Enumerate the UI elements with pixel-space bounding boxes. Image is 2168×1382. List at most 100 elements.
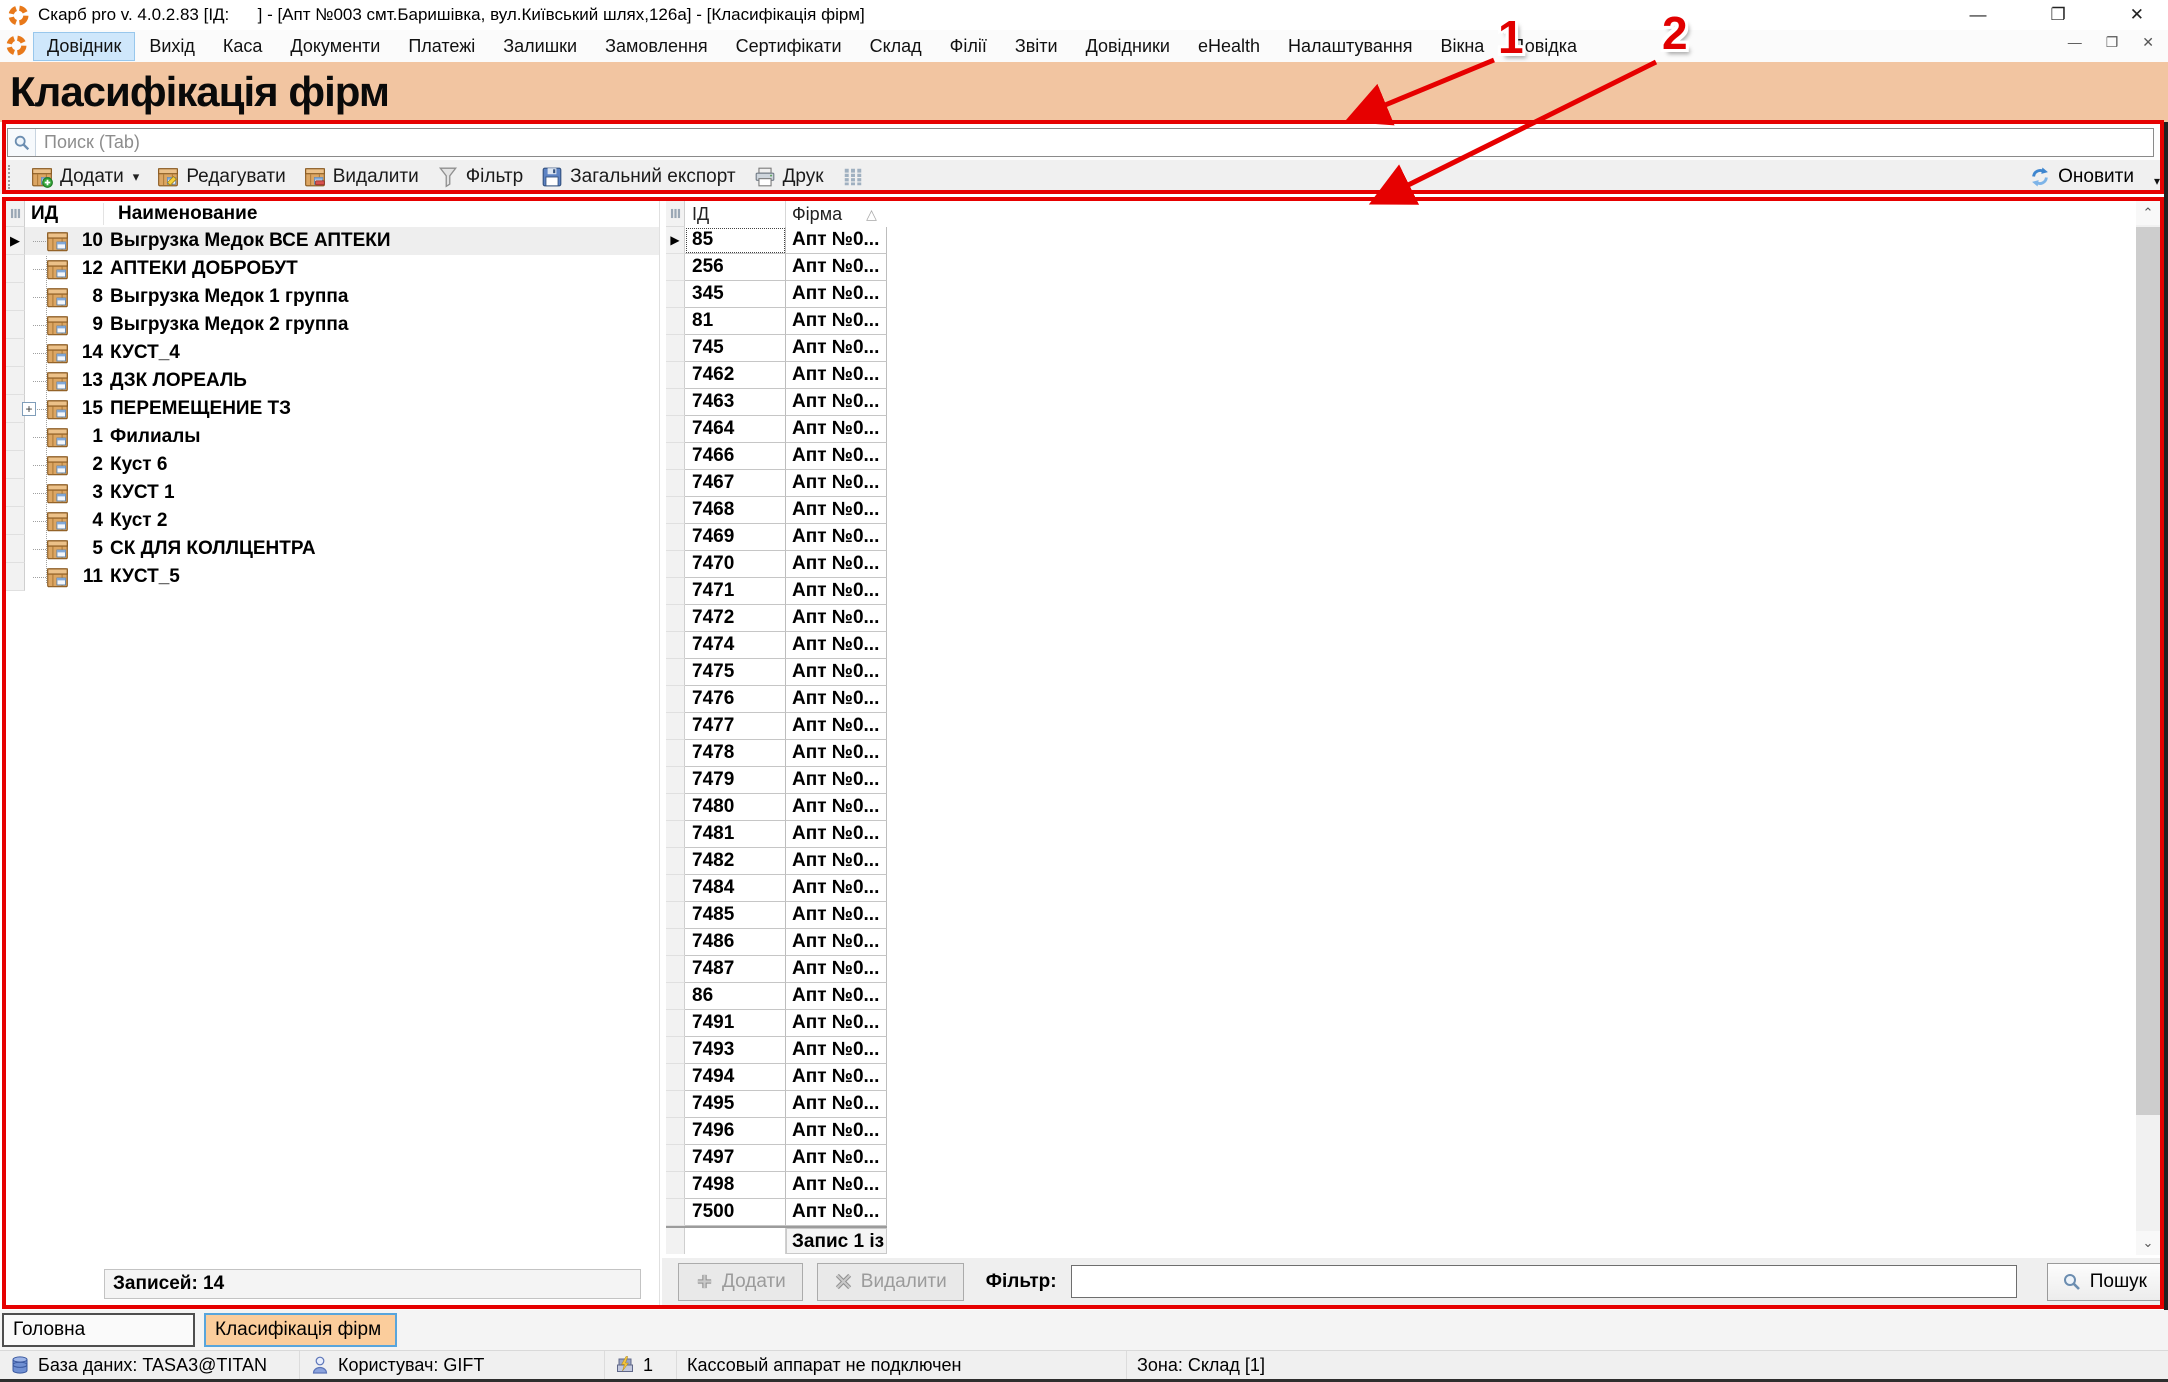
firm-id-cell[interactable]: 7481 xyxy=(685,821,786,848)
tree-row[interactable]: ▶ + 4 Куст 2 xyxy=(6,507,659,535)
tree-row-main[interactable]: 9 Выгрузка Медок 2 группа xyxy=(25,311,659,339)
firm-name-cell[interactable]: Апт №0... xyxy=(786,632,887,659)
table-row[interactable]: ▶ 7500 Апт №0... xyxy=(666,1199,887,1226)
menu-item[interactable]: Вікна xyxy=(1427,33,1497,60)
tree-row[interactable]: ▶ + 13 ДЗК ЛОРЕАЛЬ xyxy=(6,367,659,395)
scroll-up-icon[interactable]: ⌃ xyxy=(2136,201,2160,225)
table-row[interactable]: ▶ 7497 Апт №0... xyxy=(666,1145,887,1172)
tree-row[interactable]: ▶ + 1 Филиалы xyxy=(6,423,659,451)
menu-item[interactable]: Довідник xyxy=(32,31,136,61)
firm-id-cell[interactable]: 7495 xyxy=(685,1091,786,1118)
mdi-close-button[interactable]: ✕ xyxy=(2138,34,2158,51)
tree-column-name[interactable]: Наименование xyxy=(103,203,257,225)
firm-name-cell[interactable]: Апт №0... xyxy=(786,1010,887,1037)
sort-ascending-icon[interactable]: △ xyxy=(866,206,877,223)
menu-item[interactable]: Склад xyxy=(857,33,935,60)
search-icon[interactable] xyxy=(8,129,36,156)
firm-id-cell[interactable]: 85 xyxy=(685,227,786,254)
menu-item[interactable]: Довідники xyxy=(1073,33,1183,60)
firm-name-cell[interactable]: Апт №0... xyxy=(786,605,887,632)
firm-name-cell[interactable]: Апт №0... xyxy=(786,308,887,335)
tree-row-main[interactable]: 10 Выгрузка Медок ВСЕ АПТЕКИ xyxy=(25,227,659,255)
firm-name-cell[interactable]: Апт №0... xyxy=(786,686,887,713)
firm-id-cell[interactable]: 7482 xyxy=(685,848,786,875)
add-button[interactable]: Додати ▾ xyxy=(22,163,148,191)
table-row[interactable]: ▶ 81 Апт №0... xyxy=(666,308,887,335)
tree-row[interactable]: ▶ + 12 АПТЕКИ ДОБРОБУТ xyxy=(6,255,659,283)
firm-id-cell[interactable]: 7475 xyxy=(685,659,786,686)
firm-name-cell[interactable]: Апт №0... xyxy=(786,983,887,1010)
firm-id-cell[interactable]: 7467 xyxy=(685,470,786,497)
firm-id-cell[interactable]: 7462 xyxy=(685,362,786,389)
restore-button[interactable]: ❐ xyxy=(2045,0,2072,30)
table-row[interactable]: ▶ 86 Апт №0... xyxy=(666,983,887,1010)
delete-button[interactable]: Видалити xyxy=(295,163,428,191)
firm-name-cell[interactable]: Апт №0... xyxy=(786,821,887,848)
firm-name-cell[interactable]: Апт №0... xyxy=(786,362,887,389)
firm-name-cell[interactable]: Апт №0... xyxy=(786,443,887,470)
tree-row-main[interactable]: 11 КУСТ_5 xyxy=(25,563,659,591)
table-row[interactable]: ▶ 7496 Апт №0... xyxy=(666,1118,887,1145)
firm-id-cell[interactable]: 7464 xyxy=(685,416,786,443)
firm-name-cell[interactable]: Апт №0... xyxy=(786,929,887,956)
menu-item[interactable]: Платежі xyxy=(395,33,488,60)
firm-delete-button[interactable]: Видалити xyxy=(816,1262,964,1301)
menu-item[interactable]: Вихід xyxy=(136,33,208,60)
mdi-restore-button[interactable]: ❐ xyxy=(2102,34,2123,51)
table-row[interactable]: ▶ 7468 Апт №0... xyxy=(666,497,887,524)
menu-item[interactable]: Залишки xyxy=(490,33,590,60)
firm-name-cell[interactable]: Апт №0... xyxy=(786,578,887,605)
firm-name-cell[interactable]: Апт №0... xyxy=(786,335,887,362)
firm-name-cell[interactable]: Апт №0... xyxy=(786,551,887,578)
firm-name-cell[interactable]: Апт №0... xyxy=(786,956,887,983)
vertical-scrollbar[interactable]: ⌃ ⌄ xyxy=(2136,201,2160,1255)
table-row[interactable]: ▶ 7464 Апт №0... xyxy=(666,416,887,443)
firm-add-button[interactable]: Додати xyxy=(678,1262,803,1301)
firms-column-chooser-icon[interactable] xyxy=(666,201,685,227)
firm-id-cell[interactable]: 81 xyxy=(685,308,786,335)
firm-name-cell[interactable]: Апт №0... xyxy=(786,254,887,281)
export-button[interactable]: Загальний експорт xyxy=(532,163,744,191)
toolbar-overflow-caret-icon[interactable]: ▾ xyxy=(2154,174,2160,188)
tree-column-chooser-icon[interactable] xyxy=(6,201,25,227)
table-row[interactable]: ▶ 7495 Апт №0... xyxy=(666,1091,887,1118)
firm-id-cell[interactable]: 7494 xyxy=(685,1064,786,1091)
table-row[interactable]: ▶ 7470 Апт №0... xyxy=(666,551,887,578)
menu-item[interactable]: Довідка xyxy=(1499,33,1590,60)
firm-name-cell[interactable]: Апт №0... xyxy=(786,1145,887,1172)
table-row[interactable]: ▶ 7494 Апт №0... xyxy=(666,1064,887,1091)
tree-row[interactable]: ▶ + 3 КУСТ 1 xyxy=(6,479,659,507)
table-row[interactable]: ▶ 345 Апт №0... xyxy=(666,281,887,308)
firm-id-cell[interactable]: 7491 xyxy=(685,1010,786,1037)
table-row[interactable]: ▶ 7471 Апт №0... xyxy=(666,578,887,605)
firm-id-cell[interactable]: 86 xyxy=(685,983,786,1010)
firm-id-cell[interactable]: 7493 xyxy=(685,1037,786,1064)
search-input[interactable] xyxy=(36,132,2153,153)
firm-name-cell[interactable]: Апт №0... xyxy=(786,227,887,254)
firm-id-cell[interactable]: 7470 xyxy=(685,551,786,578)
firm-name-cell[interactable]: Апт №0... xyxy=(786,1172,887,1199)
document-tab[interactable]: Головна xyxy=(2,1313,195,1347)
firm-id-cell[interactable]: 7496 xyxy=(685,1118,786,1145)
menu-item[interactable]: Звіти xyxy=(1002,33,1071,60)
mdi-minimize-button[interactable]: — xyxy=(2064,34,2086,51)
firm-name-cell[interactable]: Апт №0... xyxy=(786,281,887,308)
firm-name-cell[interactable]: Апт №0... xyxy=(786,389,887,416)
firm-id-cell[interactable]: 7466 xyxy=(685,443,786,470)
scrollbar-thumb[interactable] xyxy=(2136,227,2160,1115)
firm-name-cell[interactable]: Апт №0... xyxy=(786,470,887,497)
tree-row-main[interactable]: 14 КУСТ_4 xyxy=(25,339,659,367)
add-dropdown-caret-icon[interactable]: ▾ xyxy=(133,169,140,185)
filter-input[interactable] xyxy=(1070,1265,2017,1298)
table-row[interactable]: ▶ 7474 Апт №0... xyxy=(666,632,887,659)
firm-id-cell[interactable]: 7463 xyxy=(685,389,786,416)
tree-row-main[interactable]: 15 ПЕРЕМЕЩЕНИЕ ТЗ xyxy=(25,395,659,423)
firm-id-cell[interactable]: 7486 xyxy=(685,929,786,956)
firm-name-cell[interactable]: Апт №0... xyxy=(786,794,887,821)
close-button[interactable]: ✕ xyxy=(2124,0,2150,30)
firms-column-firm[interactable]: Фірма △ xyxy=(786,201,887,227)
menu-item[interactable]: Замовлення xyxy=(592,33,721,60)
menu-item[interactable]: Документи xyxy=(277,33,393,60)
tree-row-main[interactable]: 13 ДЗК ЛОРЕАЛЬ xyxy=(25,367,659,395)
firm-id-cell[interactable]: 745 xyxy=(685,335,786,362)
